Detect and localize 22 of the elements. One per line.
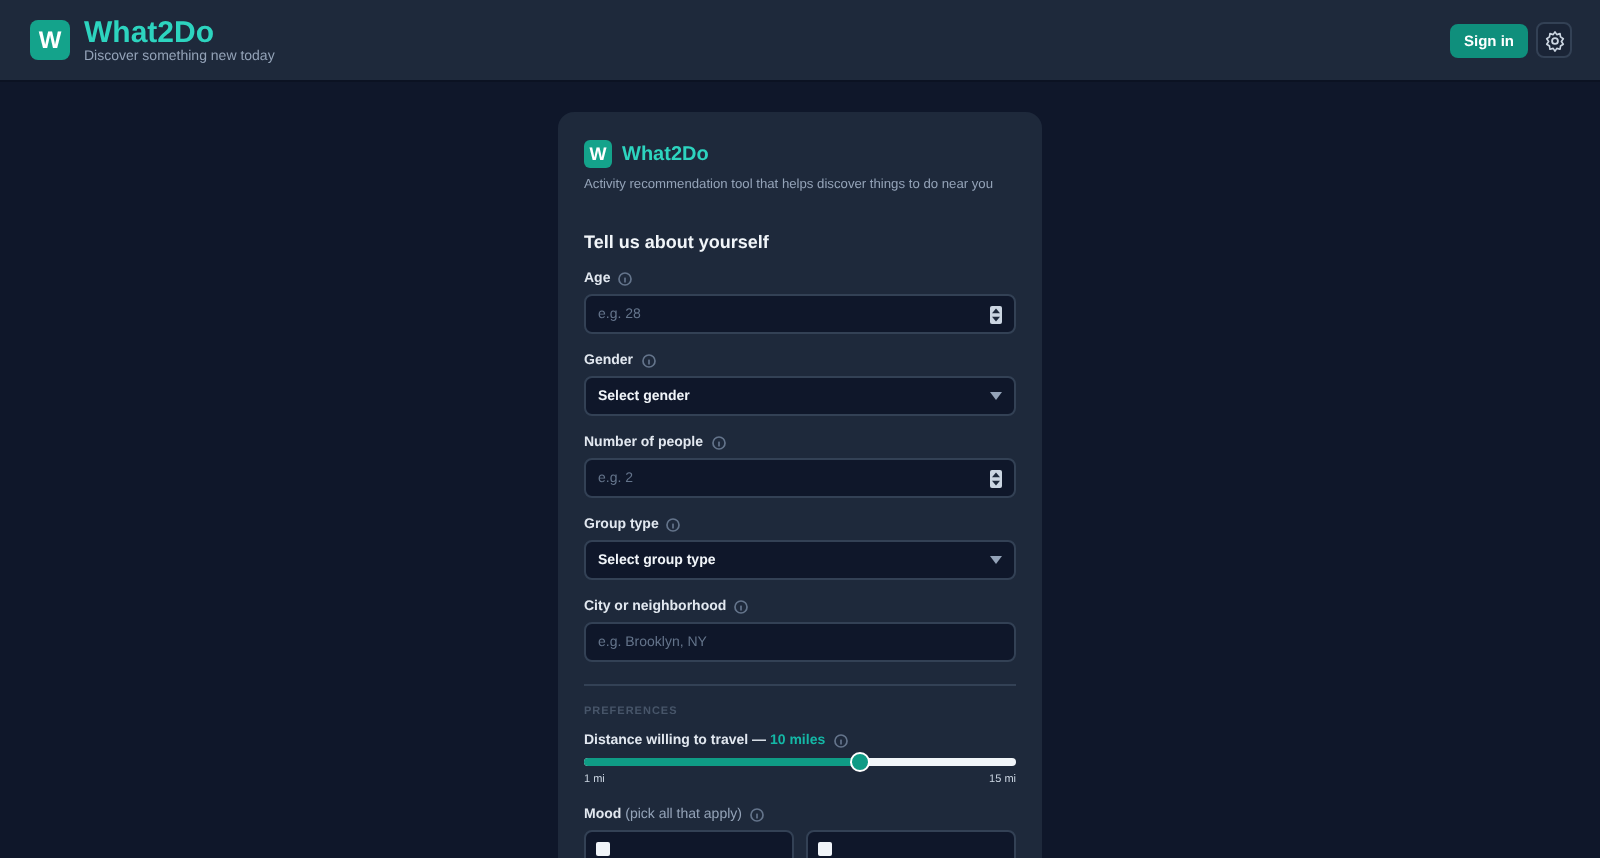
info-icon xyxy=(711,435,726,449)
caret-icon xyxy=(990,392,1002,400)
app-title: What2Do xyxy=(84,16,216,50)
logo-icon: W xyxy=(30,20,70,60)
logo-icon: W xyxy=(584,140,612,168)
settings-button[interactable] xyxy=(1536,22,1572,58)
info-icon xyxy=(618,271,633,285)
info-icon xyxy=(666,517,681,531)
info-icon xyxy=(749,807,764,821)
info-icon xyxy=(833,733,848,747)
settings-icon xyxy=(1543,29,1565,51)
slider-thumb[interactable] xyxy=(850,752,871,772)
mood-option[interactable] xyxy=(806,830,1016,858)
section-heading: Tell us about yourself xyxy=(584,232,771,252)
info-icon xyxy=(641,353,656,367)
card-title: What2Do xyxy=(622,143,709,165)
caret-icon xyxy=(990,556,1002,564)
checkbox[interactable] xyxy=(818,842,832,856)
distance-slider[interactable] xyxy=(584,758,1016,766)
checkbox[interactable] xyxy=(596,842,610,856)
mood-option[interactable] xyxy=(584,830,794,858)
info-icon xyxy=(734,599,749,613)
